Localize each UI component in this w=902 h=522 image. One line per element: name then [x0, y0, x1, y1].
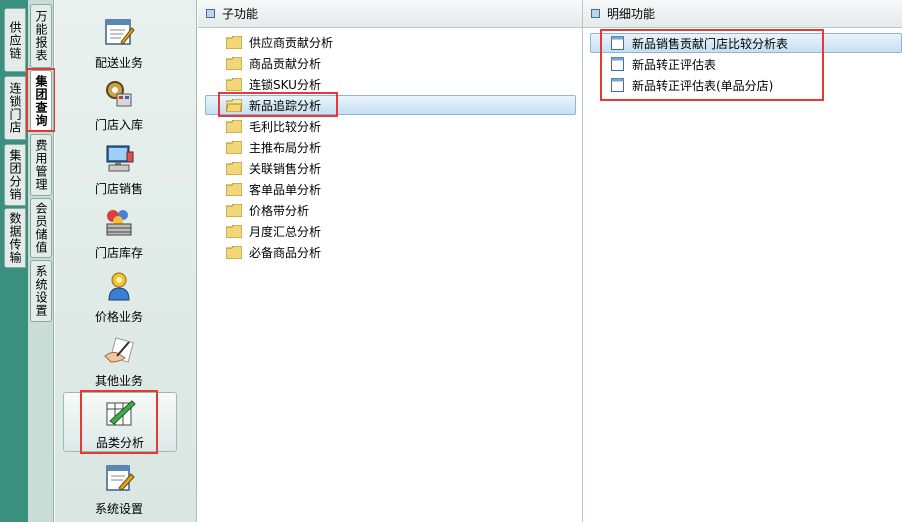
hand-pen-icon — [101, 332, 137, 368]
report-icon — [611, 36, 624, 50]
item-label: 新品转正评估表(单品分店) — [632, 78, 774, 93]
module-label: 门店销售 — [94, 182, 143, 196]
tab-label: 供应链 — [8, 20, 22, 60]
system-settings-icon — [101, 460, 137, 496]
item-label: 关联销售分析 — [249, 161, 322, 176]
module-column: 配送业务 门店入库 门店销售 门店库存 价格业务 其他业务 品类分析 系统设置 — [55, 0, 197, 522]
sub-panel-title: 子功能 — [222, 7, 259, 21]
list-item[interactable]: 连锁SKU分析 — [226, 74, 321, 94]
person-price-icon — [101, 268, 137, 304]
inner-tab-strip: 万能报表 集团查询 费用管理 会员储值 系统设置 — [28, 0, 54, 522]
panel-divider — [582, 0, 583, 522]
module-store-sales[interactable]: 门店销售 — [63, 140, 175, 202]
sub-panel-header: 子功能 — [198, 0, 582, 28]
panel-square-icon — [206, 9, 215, 18]
item-label: 价格带分析 — [249, 203, 310, 218]
module-category-analysis[interactable]: 品类分析 — [63, 392, 177, 452]
report-icon — [611, 78, 624, 92]
module-label: 配送业务 — [94, 56, 143, 70]
tab-label: 系统设置 — [34, 265, 48, 317]
report-icon — [611, 57, 624, 71]
list-item[interactable]: 关联销售分析 — [226, 158, 321, 178]
folder-icon — [226, 35, 242, 49]
tab-system-settings[interactable]: 系统设置 — [30, 260, 52, 322]
folder-icon — [226, 203, 242, 217]
folder-icon — [226, 245, 242, 259]
folder-icon — [226, 224, 242, 238]
list-item[interactable]: 新品追踪分析 — [205, 95, 576, 115]
tab-member-stored-value[interactable]: 会员储值 — [30, 198, 52, 258]
list-item[interactable]: 商品贡献分析 — [226, 53, 321, 73]
tab-label: 连锁门店 — [8, 82, 22, 134]
item-label: 月度汇总分析 — [249, 224, 322, 239]
item-label: 毛利比较分析 — [249, 119, 322, 134]
folder-icon — [226, 119, 242, 133]
module-store-receiving[interactable]: 门店入库 — [63, 76, 175, 138]
category-analysis-icon — [102, 395, 138, 430]
panel-square-icon — [591, 9, 600, 18]
module-label: 其他业务 — [94, 374, 143, 388]
tab-label: 费用管理 — [34, 139, 48, 191]
list-item[interactable]: 供应商贡献分析 — [226, 32, 333, 52]
module-label: 门店库存 — [94, 246, 143, 260]
item-label: 新品追踪分析 — [249, 98, 322, 113]
tab-label: 集团分销 — [8, 149, 22, 201]
outer-tab-strip: 供应链 连锁门店 集团分销 数据传输 — [0, 0, 28, 522]
module-other-business[interactable]: 其他业务 — [63, 332, 175, 394]
folder-icon — [226, 161, 242, 175]
folder-icon — [226, 182, 242, 196]
list-item[interactable]: 新品销售贡献门店比较分析表 — [590, 33, 902, 53]
list-item[interactable]: 月度汇总分析 — [226, 221, 321, 241]
tab-supply-chain[interactable]: 供应链 — [4, 8, 26, 72]
open-folder-icon — [226, 98, 242, 112]
tab-label: 数据传输 — [8, 212, 22, 264]
module-label: 门店入库 — [94, 118, 143, 132]
inventory-icon — [101, 204, 137, 240]
tab-label: 集团查询 — [34, 75, 48, 127]
delivery-icon — [101, 14, 137, 50]
module-price-business[interactable]: 价格业务 — [63, 268, 175, 330]
list-item[interactable]: 毛利比较分析 — [226, 116, 321, 136]
item-label: 主推布局分析 — [249, 140, 322, 155]
tab-group-distribution[interactable]: 集团分销 — [4, 144, 26, 206]
tab-label: 会员储值 — [34, 202, 48, 254]
tab-expense-management[interactable]: 费用管理 — [30, 134, 52, 196]
list-item[interactable]: 客单品单分析 — [226, 179, 321, 199]
item-label: 商品贡献分析 — [249, 56, 322, 71]
module-store-inventory[interactable]: 门店库存 — [63, 204, 175, 266]
detail-panel-title: 明细功能 — [607, 7, 656, 21]
pos-computer-icon — [101, 140, 137, 176]
module-delivery[interactable]: 配送业务 — [63, 14, 175, 76]
folder-icon — [226, 77, 242, 91]
tab-label: 万能报表 — [34, 10, 48, 62]
module-label: 价格业务 — [94, 310, 143, 324]
list-item[interactable]: 主推布局分析 — [226, 137, 321, 157]
module-label: 系统设置 — [94, 502, 143, 516]
list-item[interactable]: 新品转正评估表(单品分店) — [611, 75, 773, 95]
tab-chain-store[interactable]: 连锁门店 — [4, 76, 26, 140]
module-label: 品类分析 — [95, 436, 144, 450]
folder-icon — [226, 56, 242, 70]
item-label: 连锁SKU分析 — [249, 77, 321, 92]
folder-icon — [226, 140, 242, 154]
item-label: 客单品单分析 — [249, 182, 322, 197]
item-label: 供应商贡献分析 — [249, 35, 334, 50]
item-label: 必备商品分析 — [249, 245, 322, 260]
detail-panel-header: 明细功能 — [583, 0, 902, 28]
item-label: 新品转正评估表 — [632, 57, 717, 72]
list-item[interactable]: 必备商品分析 — [226, 242, 321, 262]
item-label: 新品销售贡献门店比较分析表 — [632, 36, 789, 51]
list-item[interactable]: 价格带分析 — [226, 200, 309, 220]
module-system-settings[interactable]: 系统设置 — [63, 460, 175, 522]
gear-stock-icon — [101, 76, 137, 112]
list-item[interactable]: 新品转正评估表 — [611, 54, 716, 74]
tab-group-query[interactable]: 集团查询 — [30, 70, 52, 132]
tab-universal-report[interactable]: 万能报表 — [30, 4, 52, 68]
tab-data-transfer[interactable]: 数据传输 — [4, 208, 26, 268]
